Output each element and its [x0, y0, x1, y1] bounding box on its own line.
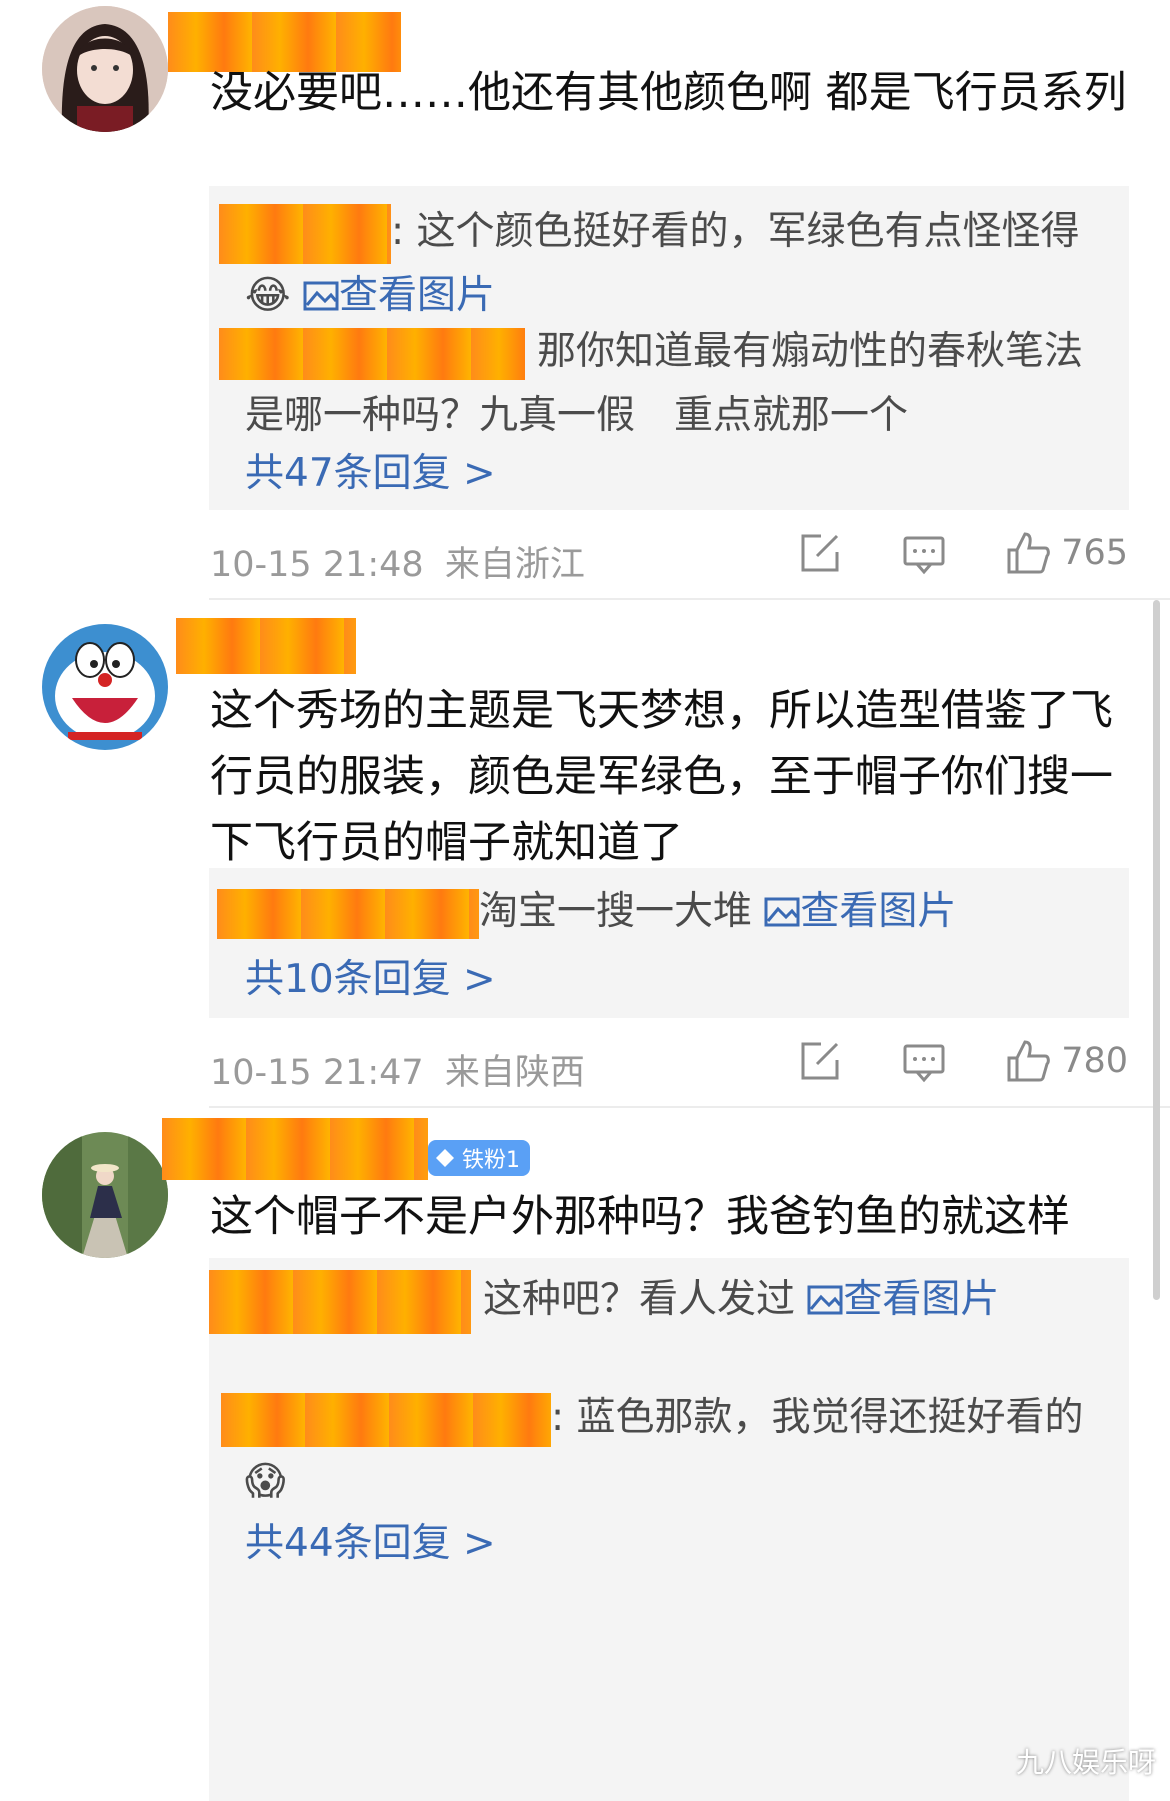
- timestamp: 10-15 21:47: [210, 1053, 424, 1093]
- reply-box[interactable]: : 这个颜色挺好看的，军绿色有点怪怪得 😂 查看图片 那你知道最有煽动性的春秋笔法…: [209, 186, 1129, 510]
- reply-1[interactable]: 淘宝一搜一大堆 查看图片: [217, 880, 1099, 944]
- like-count: 780: [1061, 1041, 1128, 1081]
- comment-text: 这个秀场的主题是飞天梦想，所以造型借鉴了飞行员的服装，颜色是军绿色，至于帽子你们…: [210, 686, 1113, 868]
- comment-button[interactable]: [901, 1038, 947, 1084]
- username-mask[interactable]: [162, 1118, 428, 1180]
- diamond-icon: [436, 1149, 454, 1167]
- more-replies-link[interactable]: 共10条回复 >: [245, 948, 496, 1004]
- username-mask[interactable]: [219, 327, 525, 380]
- avatar-cat-icon: [42, 624, 168, 750]
- view-image-link[interactable]: 查看图片: [764, 889, 956, 934]
- username-mask[interactable]: [209, 1269, 471, 1334]
- divider: [209, 598, 1170, 600]
- reply-1[interactable]: : 这个颜色挺好看的，军绿色有点怪怪得 😂 查看图片: [219, 200, 1099, 328]
- comment-actions: 780: [797, 1038, 1128, 1084]
- comment-meta: 10-15 21:48 来自浙江: [210, 536, 585, 587]
- reply-text: 淘宝一搜一大堆: [479, 889, 753, 934]
- image-icon: [807, 1285, 843, 1315]
- avatar-girl-icon: [42, 6, 168, 132]
- thumbs-up-icon: [1007, 1040, 1050, 1082]
- avatar[interactable]: [42, 624, 168, 750]
- location: 来自陕西: [444, 1053, 585, 1093]
- fan-badge: 铁粉1: [428, 1140, 530, 1176]
- avatar[interactable]: [42, 6, 168, 132]
- comment-text: 没必要吧……他还有其他颜色啊 都是飞行员系列: [210, 68, 1127, 118]
- reply-1[interactable]: 这种吧？看人发过 查看图片: [209, 1268, 1099, 1334]
- reply-box[interactable]: 这种吧？看人发过 查看图片 : 蓝色那款，我觉得还挺好看的 😱 共44条回复 >: [209, 1258, 1129, 1801]
- reply-box[interactable]: 淘宝一搜一大堆 查看图片 共10条回复 >: [209, 868, 1129, 1018]
- view-image-link[interactable]: 查看图片: [303, 273, 495, 318]
- emoji: 😂: [245, 273, 291, 318]
- share-icon: [801, 534, 839, 572]
- comment-button[interactable]: [901, 530, 947, 576]
- username-mask[interactable]: [176, 618, 356, 674]
- username-mask[interactable]: [221, 1392, 551, 1447]
- reply-text: : 蓝色那款，我觉得还挺好看的: [551, 1395, 1084, 1440]
- like-button[interactable]: 780: [1005, 1038, 1128, 1084]
- share-button[interactable]: [797, 530, 843, 576]
- reply-2[interactable]: : 蓝色那款，我觉得还挺好看的 😱: [221, 1386, 1099, 1514]
- timestamp: 10-15 21:48: [210, 545, 424, 585]
- avatar-photo-icon: [42, 1132, 168, 1258]
- comment-actions: 765: [797, 530, 1128, 576]
- username-mask[interactable]: [217, 888, 479, 939]
- comment-icon: [903, 536, 945, 575]
- more-replies-link[interactable]: 共44条回复 >: [245, 1512, 496, 1568]
- location: 来自浙江: [444, 545, 585, 585]
- view-image-link[interactable]: 查看图片: [807, 1277, 999, 1322]
- share-button[interactable]: [797, 1038, 843, 1084]
- reply-text: : 这个颜色挺好看的，军绿色有点怪怪得: [391, 209, 1080, 254]
- avatar[interactable]: [42, 1132, 168, 1258]
- reply-2[interactable]: 那你知道最有煽动性的春秋笔法是哪一种吗？九真一假 重点就那一个: [219, 320, 1099, 448]
- reply-text: 这种吧？看人发过: [483, 1277, 796, 1322]
- image-icon: [303, 281, 339, 311]
- thumbs-up-icon: [1007, 532, 1050, 574]
- scrollbar[interactable]: [1153, 600, 1160, 1300]
- divider: [209, 1106, 1170, 1108]
- like-count: 765: [1061, 533, 1128, 573]
- like-button[interactable]: 765: [1005, 530, 1128, 576]
- username-mask[interactable]: [219, 203, 391, 264]
- comment-meta: 10-15 21:47 来自陕西: [210, 1044, 585, 1095]
- share-icon: [801, 1042, 839, 1080]
- comment-icon: [903, 1044, 945, 1083]
- emoji: 😱: [245, 1459, 286, 1504]
- image-icon: [764, 897, 800, 927]
- more-replies-link[interactable]: 共47条回复 >: [245, 442, 496, 498]
- comment-text: 这个帽子不是户外那种吗？我爸钓鱼的就这样: [210, 1192, 1070, 1242]
- watermark: 九八娱乐呀: [1015, 1746, 1156, 1779]
